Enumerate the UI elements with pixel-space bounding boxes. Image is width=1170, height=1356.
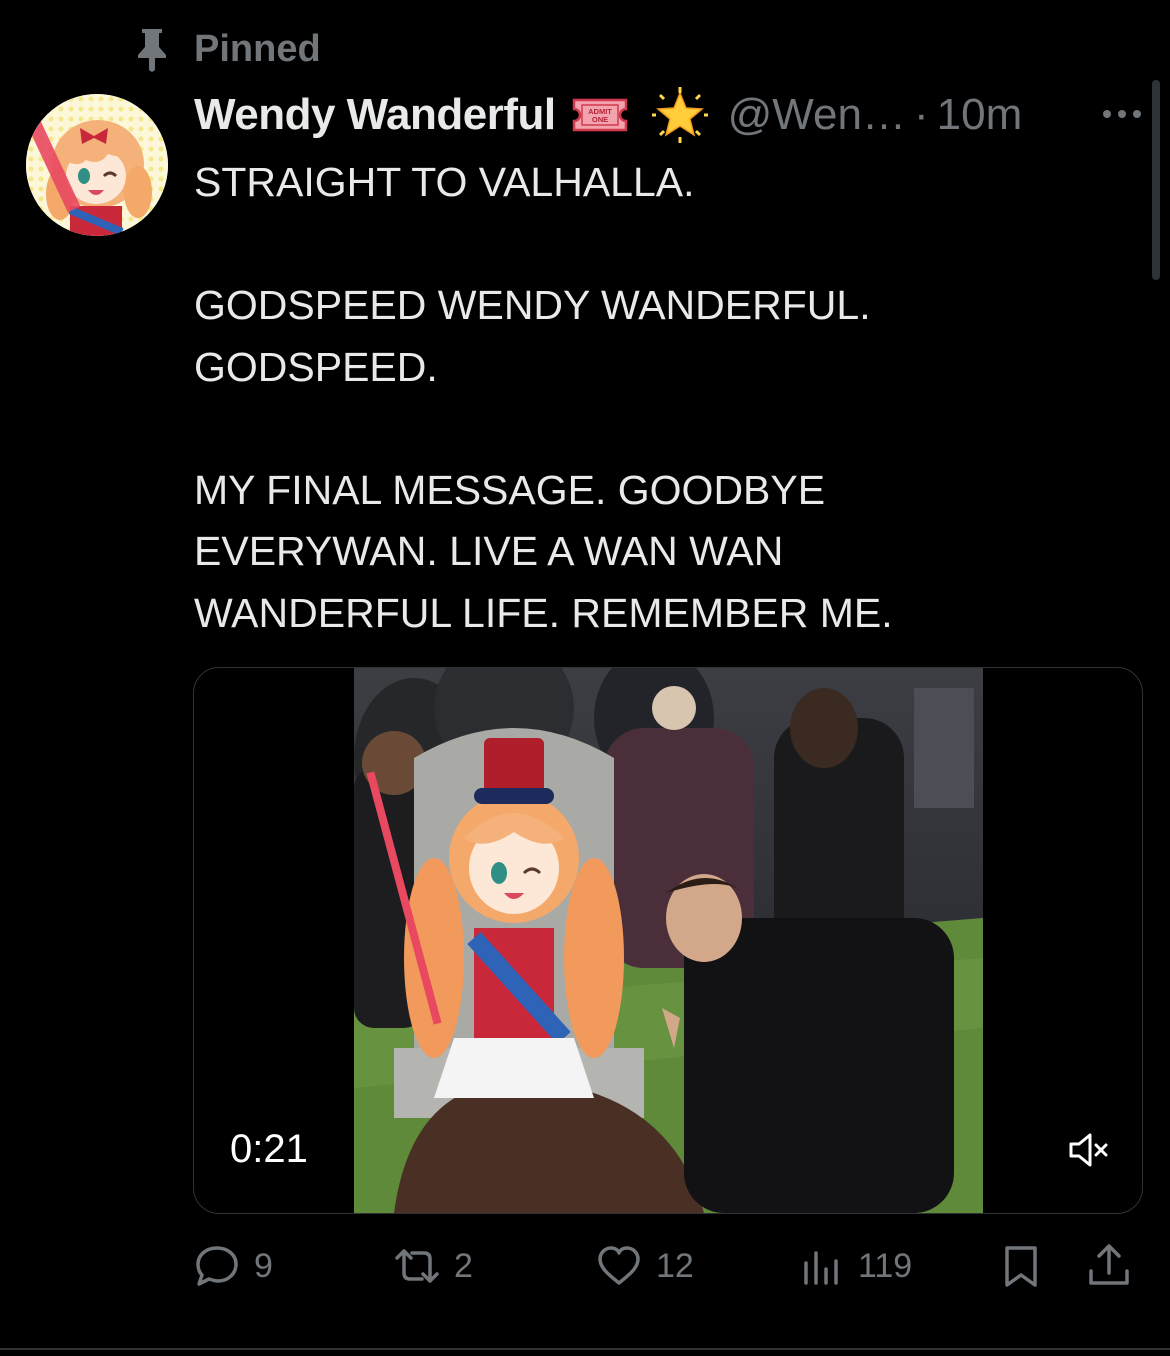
tweet-header: Wendy Wanderful ADMIT ONE @Wen… · 10m [194,87,1144,143]
share-icon [1089,1244,1129,1285]
repost-icon [395,1249,439,1283]
display-name[interactable]: Wendy Wanderful [194,90,556,140]
unmute-icon[interactable] [1066,1128,1110,1172]
pinned-label: Pinned [194,27,321,70]
tweet-text: STRAIGHT TO VALHALLA. GODSPEED WENDY WAN… [194,159,893,636]
heart-icon [598,1246,640,1285]
like-count: 12 [656,1246,694,1285]
pin-icon [138,29,166,72]
share-button[interactable] [1086,1236,1132,1296]
repost-button[interactable]: 2 [394,1236,473,1296]
bookmark-icon [1005,1246,1037,1287]
avatar[interactable] [26,94,168,236]
analytics-icon [804,1251,838,1285]
timestamp[interactable]: 10m [937,90,1023,140]
reply-button[interactable]: 9 [194,1236,273,1296]
repost-count: 2 [454,1246,473,1285]
like-button[interactable]: 12 [596,1236,694,1296]
reply-icon [196,1246,238,1286]
bookmark-button[interactable] [998,1236,1044,1296]
video-thumbnail[interactable] [354,668,983,1213]
reply-count: 9 [254,1246,273,1285]
user-handle[interactable]: @Wen… [728,90,906,140]
view-count: 119 [858,1246,913,1285]
tweet-actions: 9 2 12 119 [194,1236,1140,1296]
video-duration: 0:21 [216,1123,322,1175]
ticket-icon: ADMIT ONE [572,98,627,132]
more-options-icon[interactable] [1100,100,1144,128]
video-player[interactable]: 0:21 [193,667,1143,1214]
views-button[interactable]: 119 [798,1236,912,1296]
divider [0,1348,1170,1350]
scrollbar[interactable] [1152,80,1160,280]
separator-dot: · [913,90,929,139]
sparkle-star-icon [651,87,708,143]
pinned-indicator: Pinned [134,26,321,72]
